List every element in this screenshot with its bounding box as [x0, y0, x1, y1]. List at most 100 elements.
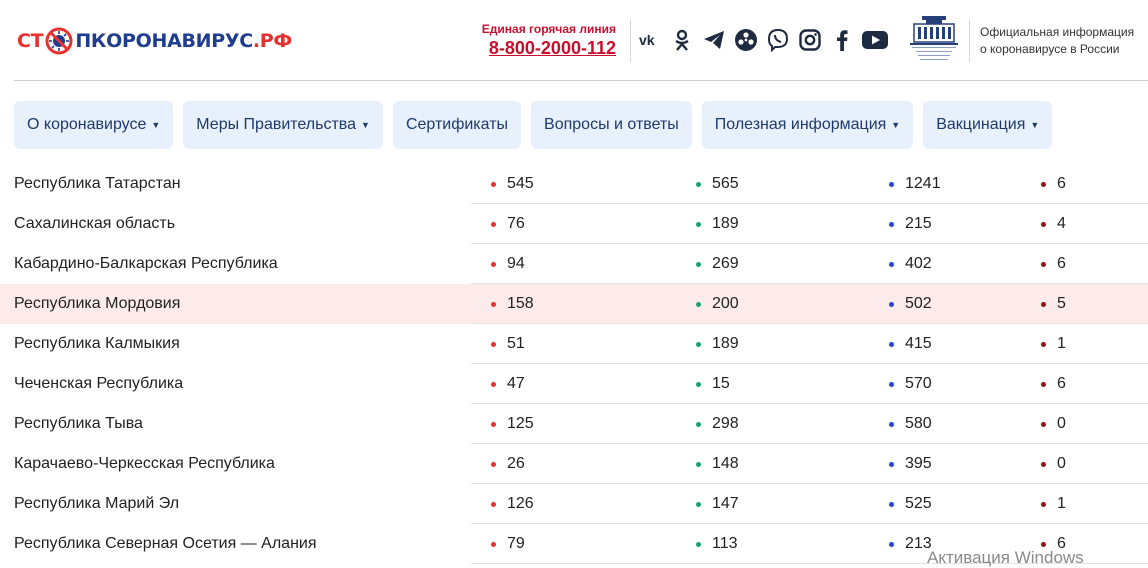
region-name: Республика Северная Осетия — Алания: [14, 535, 317, 552]
telegram-icon[interactable]: [702, 28, 726, 52]
table-row[interactable]: Республика Марий Эл 126 147 525 1: [0, 484, 1148, 524]
nav-item[interactable]: О коронавирусе ▼: [14, 101, 174, 149]
stat-cell-c4: 6: [1041, 244, 1066, 284]
stat-cell-c4: 6: [1041, 364, 1066, 404]
stat-cell-c2: 298: [696, 404, 739, 444]
stat-cell-c1: 94: [491, 244, 525, 284]
logo-text-end: .РФ: [252, 30, 292, 52]
header-divider-gov: [969, 20, 970, 62]
table-row[interactable]: Республика Тыва 125 298 580 0: [0, 404, 1148, 444]
stat-value: 402: [905, 255, 932, 272]
stat-cell-c1: 545: [491, 164, 534, 204]
bullet-dot-icon: [696, 341, 701, 347]
region-name: Республика Мордовия: [14, 295, 181, 312]
table-row[interactable]: Карачаево-Черкесская Республика 26 148 395 0: [0, 444, 1148, 484]
stat-cell-c3: 1241: [889, 164, 941, 204]
logo-text-middle: ПКОРОНАВИРУС: [75, 30, 253, 52]
nav-item[interactable]: Полезная информация ▼: [701, 101, 914, 149]
stat-value: 1241: [905, 175, 941, 192]
nav-item-label: Сертификаты: [405, 116, 509, 133]
stat-value: 148: [712, 455, 739, 472]
table-row[interactable]: Сахалинская область 76 189 215 4: [0, 204, 1148, 244]
bullet-dot-icon: [889, 461, 894, 467]
stat-cell-c4: 0: [1041, 404, 1066, 444]
windows-activation-watermark: Активация Windows: [927, 548, 1084, 567]
stat-cell-c3: 415: [889, 324, 932, 364]
bullet-dot-icon: [1041, 381, 1046, 387]
table-row[interactable]: Кабардино-Балкарская Республика 94 269 402 6: [0, 244, 1148, 284]
hotline-phone-link[interactable]: 8-800-2000-112: [470, 38, 616, 59]
stat-value: 215: [905, 215, 932, 232]
stat-value: 125: [507, 415, 534, 432]
stat-cell-c4: 6: [1041, 164, 1066, 204]
stat-value: 502: [905, 295, 932, 312]
caret-down-icon: ▼: [151, 120, 161, 130]
table-row[interactable]: Чеченская Республика 47 15 570 6: [0, 364, 1148, 404]
stat-cell-c1: 125: [491, 404, 534, 444]
site-logo[interactable]: СТ ПКОРОНАВИРУС .РФ: [17, 24, 292, 58]
stat-value: 395: [905, 455, 932, 472]
bullet-dot-icon: [696, 181, 701, 187]
caret-down-icon: ▼: [891, 120, 901, 130]
region-name: Республика Калмыкия: [14, 335, 180, 352]
nav-item[interactable]: Вакцинация ▼: [923, 101, 1053, 149]
nav-item[interactable]: Вопросы и ответы: [531, 101, 692, 149]
government-info-link[interactable]: Официальная информация о коронавирусе в …: [980, 24, 1134, 58]
instagram-icon[interactable]: [798, 28, 822, 52]
stat-value: 15: [712, 375, 730, 392]
bullet-dot-icon: [889, 541, 894, 547]
bullet-dot-icon: [889, 181, 894, 187]
stat-cell-c3: 525: [889, 484, 932, 524]
youtube-icon[interactable]: [862, 28, 888, 52]
government-building-icon[interactable]: [908, 14, 960, 64]
caret-down-icon: ▼: [361, 120, 370, 130]
stat-cell-c2: 15: [696, 364, 730, 404]
stat-cell-c3: 570: [889, 364, 932, 404]
stat-value: 525: [905, 495, 932, 512]
bullet-dot-icon: [491, 221, 496, 227]
bullet-dot-icon: [491, 301, 496, 307]
table-row[interactable]: Республика Калмыкия 51 189 415 1: [0, 324, 1148, 364]
nav-item-label: О коронавирусе: [27, 116, 147, 133]
bullet-dot-icon: [696, 301, 701, 307]
stat-value: 5: [1057, 295, 1066, 312]
government-info-line1: Официальная информация: [980, 25, 1135, 39]
stat-cell-c3: 215: [889, 204, 932, 244]
nav-item[interactable]: Меры Правительства ▼: [183, 101, 383, 149]
vk-icon[interactable]: vk: [638, 28, 662, 52]
table-row[interactable]: Республика Татарстан 545 565 1241 6: [0, 164, 1148, 204]
odnoklassniki-icon[interactable]: [670, 28, 694, 52]
bullet-dot-icon: [696, 261, 701, 267]
regions-stats-table: Республика Татарстан 545 565 1241 6 Сахалинск…: [0, 164, 1148, 564]
stat-value: 0: [1057, 415, 1066, 432]
social-links: vk: [638, 28, 896, 52]
stat-value: 94: [507, 255, 525, 272]
logo-text-start: СТ: [17, 30, 44, 52]
nav-item[interactable]: Сертификаты: [392, 101, 522, 149]
bullet-dot-icon: [491, 421, 496, 427]
nav-item-label: Полезная информация: [714, 116, 887, 133]
stat-value: 6: [1057, 175, 1066, 192]
bullet-dot-icon: [696, 421, 701, 427]
bullet-dot-icon: [491, 341, 496, 347]
stat-value: 565: [712, 175, 739, 192]
bullet-dot-icon: [1041, 541, 1046, 547]
viber-icon[interactable]: [766, 28, 790, 52]
stat-value: 76: [507, 215, 525, 232]
bullet-dot-icon: [889, 341, 894, 347]
bullet-dot-icon: [491, 181, 496, 187]
svg-text:vk: vk: [639, 33, 655, 47]
stat-value: 415: [905, 335, 932, 352]
bullet-dot-icon: [1041, 501, 1046, 507]
header-divider: [630, 20, 631, 62]
stat-value: 26: [507, 455, 525, 472]
stat-cell-c1: 158: [491, 284, 534, 324]
rutube-icon[interactable]: [734, 28, 758, 52]
facebook-icon[interactable]: [830, 28, 854, 52]
table-row[interactable]: Республика Мордовия 158 200 502 5: [0, 284, 1148, 324]
nav-item-label: Вопросы и ответы: [544, 116, 679, 133]
stat-cell-c3: 580: [889, 404, 932, 444]
stat-value: 1: [1057, 335, 1066, 352]
nav-item-label: Меры Правительства: [196, 116, 357, 133]
stat-cell-c2: 200: [696, 284, 739, 324]
